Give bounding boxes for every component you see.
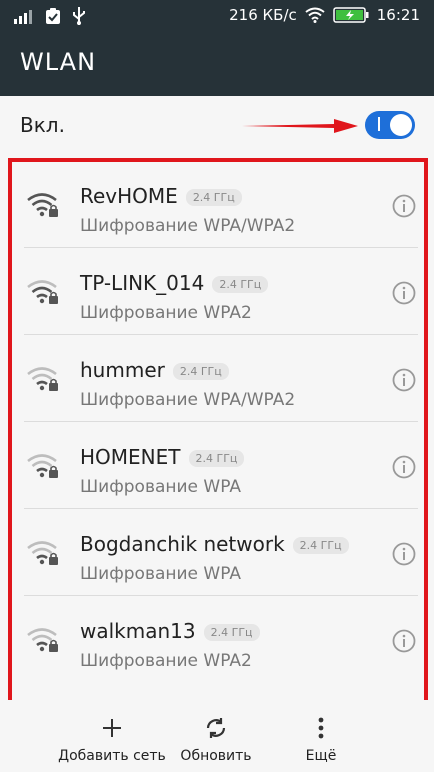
network-ssid: TP-LINK_014 xyxy=(80,271,205,295)
network-security: Шифрование WPA2 xyxy=(80,651,252,671)
wifi-lock-icon xyxy=(27,280,58,304)
network-name: HOMENET 2.4 ГГц xyxy=(80,445,245,469)
arrow-annotation-icon xyxy=(242,119,358,133)
info-icon[interactable] xyxy=(392,455,416,479)
band-badge: 2.4 ГГц xyxy=(188,450,245,467)
network-item[interactable]: Bogdanchik network 2.4 ГГц Шифрование WPA xyxy=(12,510,424,596)
network-name: Bogdanchik network 2.4 ГГц xyxy=(80,532,349,556)
refresh-icon xyxy=(206,718,226,738)
refresh-label: Обновить xyxy=(180,748,252,764)
band-badge: 2.4 ГГц xyxy=(172,363,229,380)
page-title: WLAN xyxy=(20,48,97,76)
band-badge: 2.4 ГГц xyxy=(203,624,260,641)
more-button[interactable]: Ещё xyxy=(296,714,346,764)
network-security: Шифрование WPA xyxy=(80,477,242,497)
network-ssid: RevHOME xyxy=(80,184,178,208)
add-network-button[interactable]: Добавить сеть xyxy=(58,714,166,764)
network-ssid: walkman13 xyxy=(80,619,196,643)
switch-on-mark xyxy=(378,117,380,131)
wifi-lock-icon xyxy=(27,454,58,478)
status-bar: 216 КБ/с 16:21 xyxy=(0,0,434,34)
network-name: hummer 2.4 ГГц xyxy=(80,358,229,382)
info-icon[interactable] xyxy=(392,368,416,392)
more-label: Ещё xyxy=(305,748,337,764)
network-ssid: hummer xyxy=(80,358,165,382)
wifi-status-icon xyxy=(305,7,325,23)
network-item[interactable]: hummer 2.4 ГГц Шифрование WPA/WPA2 xyxy=(12,336,424,422)
network-security: Шифрование WPA2 xyxy=(80,303,252,323)
band-badge: 2.4 ГГц xyxy=(292,537,349,554)
wifi-lock-icon xyxy=(27,367,58,391)
battery-charging-icon xyxy=(333,7,369,23)
network-speed: 216 КБ/с xyxy=(229,6,297,24)
divider xyxy=(24,334,418,335)
divider xyxy=(24,247,418,248)
wifi-lock-icon xyxy=(27,193,58,217)
band-badge: 2.4 ГГц xyxy=(185,189,242,206)
network-name: walkman13 2.4 ГГц xyxy=(80,619,260,643)
network-item[interactable]: HOMENET 2.4 ГГц Шифрование WPA xyxy=(12,423,424,509)
network-item[interactable]: walkman13 2.4 ГГц Шифрование WPA2 xyxy=(12,597,424,683)
plus-icon xyxy=(103,719,121,737)
more-vertical-icon xyxy=(318,717,324,739)
network-name: TP-LINK_014 2.4 ГГц xyxy=(80,271,269,295)
info-icon[interactable] xyxy=(392,281,416,305)
network-security: Шифрование WPA xyxy=(80,564,242,584)
wifi-lock-icon xyxy=(27,541,58,565)
usb-icon xyxy=(73,7,85,25)
network-ssid: HOMENET xyxy=(80,445,181,469)
network-item[interactable]: TP-LINK_014 2.4 ГГц Шифрование WPA2 xyxy=(12,249,424,335)
divider xyxy=(24,421,418,422)
divider xyxy=(24,508,418,509)
clock: 16:21 xyxy=(376,6,420,24)
wlan-toggle-label: Вкл. xyxy=(20,113,65,137)
app-bar: WLAN xyxy=(0,34,434,96)
divider xyxy=(24,595,418,596)
signal-icon xyxy=(14,10,32,24)
info-icon[interactable] xyxy=(392,194,416,218)
add-network-label: Добавить сеть xyxy=(58,748,166,764)
network-security: Шифрование WPA/WPA2 xyxy=(80,216,296,236)
network-item[interactable]: RevHOME 2.4 ГГц Шифрование WPA/WPA2 xyxy=(12,162,424,248)
bottom-action-bar: Добавить сеть Обновить Ещё xyxy=(0,700,434,772)
wlan-switch[interactable] xyxy=(365,111,415,139)
refresh-button[interactable]: Обновить xyxy=(176,714,256,764)
network-name: RevHOME 2.4 ГГц xyxy=(80,184,242,208)
info-icon[interactable] xyxy=(392,629,416,653)
clipboard-check-icon xyxy=(46,8,60,24)
network-security: Шифрование WPA/WPA2 xyxy=(80,390,296,410)
wifi-lock-icon xyxy=(27,628,58,652)
network-list: RevHOME 2.4 ГГц Шифрование WPA/WPA2 TP-LI… xyxy=(8,158,428,704)
switch-knob xyxy=(390,114,412,136)
band-badge: 2.4 ГГц xyxy=(212,276,269,293)
info-icon[interactable] xyxy=(392,542,416,566)
network-ssid: Bogdanchik network xyxy=(80,532,285,556)
